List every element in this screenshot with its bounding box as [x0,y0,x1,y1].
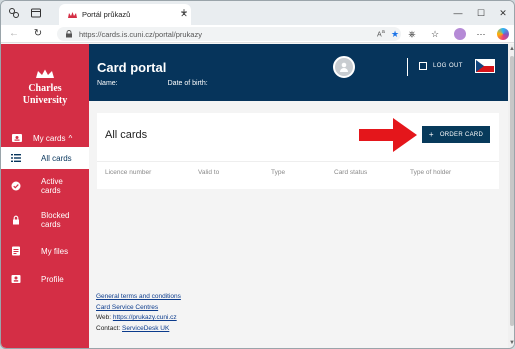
sidebar-item-label: All cards [41,153,72,163]
tab-portal[interactable]: Portál průkazů ✕ [59,4,191,25]
sidebar-item-profile[interactable]: Profile [1,265,89,293]
page-title: Card portal [97,60,167,75]
order-card-button[interactable]: + ORDER CARD [422,126,490,143]
sidebar-item-label: Blocked cards [41,211,70,229]
logout-icon [419,62,427,70]
list-icon [11,153,21,163]
tab-actions-icon[interactable] [29,6,43,20]
order-card-label: ORDER CARD [439,131,484,138]
card-centres-link[interactable]: Card Service Centres [96,304,158,311]
back-icon[interactable]: ← [7,27,21,41]
extensions-icon[interactable]: ⎈ [405,27,419,41]
cards-panel: All cards + ORDER CARD Licence number Va… [97,113,499,189]
table-divider [97,161,499,162]
minimize-icon[interactable]: — [448,6,468,20]
browser-window: Portál průkazů ✕ + — ☐ ✕ ← ↻ https://car… [0,0,515,349]
logout-button[interactable]: LOG OUT [419,62,463,70]
red-arrow-annotation [359,118,417,152]
page-header: Card portal Name: Date of birth: LOG OUT [89,44,508,101]
brand-line2: University [22,95,68,106]
column-licence-number[interactable]: Licence number [105,169,151,176]
url-field[interactable]: https://cards.is.cuni.cz/portal/prukazy … [57,27,401,41]
favorites-icon[interactable]: ☆ [428,27,442,41]
sidebar-item-label: Active cards [41,177,63,195]
tab-bar: Portál průkazů ✕ + — ☐ ✕ [1,1,514,25]
column-card-status[interactable]: Card status [334,169,367,176]
column-valid-to[interactable]: Valid to [198,169,219,176]
terms-link[interactable]: General terms and conditions [96,293,181,300]
name-label: Name: [97,80,118,87]
column-type[interactable]: Type [271,169,285,176]
column-type-of-holder[interactable]: Type of holder [410,169,451,176]
plus-icon: + [428,130,434,139]
new-tab-icon[interactable]: + [177,6,191,20]
logout-label: LOG OUT [433,63,463,69]
brand-line1: Charles [28,83,62,94]
crown-icon [1,69,89,82]
sidebar-item-my-files[interactable]: My files [1,237,89,265]
header-divider [407,58,408,76]
sidebar: Charles University My cards ^ All cards [1,44,89,348]
dob-label: Date of birth: [167,80,208,87]
main-content: Card portal Name: Date of birth: LOG OUT [89,44,508,348]
sidebar-menu: My cards ^ All cards Active cards Blocke… [1,129,89,293]
lock-icon [11,215,21,225]
czech-flag-icon[interactable] [475,59,495,73]
url-text: https://cards.is.cuni.cz/portal/prukazy [79,29,202,39]
web-label: Web: [96,314,113,321]
page-footer: General terms and conditions Card Servic… [96,292,181,334]
sidebar-item-label: Profile [41,274,64,284]
scroll-up-icon[interactable]: ▲ [508,46,514,54]
profile-avatar-icon[interactable] [454,28,466,40]
lock-icon [65,30,73,38]
more-options-icon[interactable]: ⋯ [474,27,488,41]
read-aloud-icon[interactable]: Aa [377,29,389,38]
sidebar-item-all-cards[interactable]: All cards [1,147,89,169]
maximize-icon[interactable]: ☐ [471,6,491,20]
university-crown-icon [67,11,78,19]
sidebar-item-blocked-cards[interactable]: Blocked cards [1,203,89,237]
favorite-star-icon[interactable]: ★ [389,29,401,40]
sidebar-group-label: My cards [33,133,66,143]
tab-title: Portál průkazů [82,10,131,19]
web-link[interactable]: https://prukazy.cuni.cz [113,314,177,321]
web-page: Charles University My cards ^ All cards [1,44,508,348]
scrollbar-thumb[interactable] [510,56,514,326]
address-bar-row: ← ↻ https://cards.is.cuni.cz/portal/pruk… [1,25,514,43]
contact-label: Contact: [96,324,123,332]
copilot-icon[interactable] [497,28,509,40]
user-avatar-icon[interactable] [333,56,355,78]
scroll-down-icon[interactable]: ▼ [508,340,514,348]
sidebar-group-my-cards[interactable]: My cards ^ [1,129,89,147]
profile-icon [11,274,21,284]
user-fields: Name: Date of birth: [97,80,258,87]
workspaces-icon[interactable] [7,6,21,20]
close-icon[interactable]: ✕ [493,6,513,20]
section-title: All cards [105,129,148,141]
sidebar-item-label: My files [41,246,69,256]
id-card-icon [11,132,23,144]
chevron-up-icon: ^ [68,133,73,143]
document-icon [11,246,21,256]
refresh-icon[interactable]: ↻ [31,27,45,41]
servicedesk-link[interactable]: ServiceDesk UK [122,325,169,332]
check-circle-icon [11,181,21,191]
sidebar-item-active-cards[interactable]: Active cards [1,169,89,203]
university-logo[interactable]: Charles University [1,69,89,106]
page-scrollbar[interactable]: ▲ ▼ [508,44,514,348]
